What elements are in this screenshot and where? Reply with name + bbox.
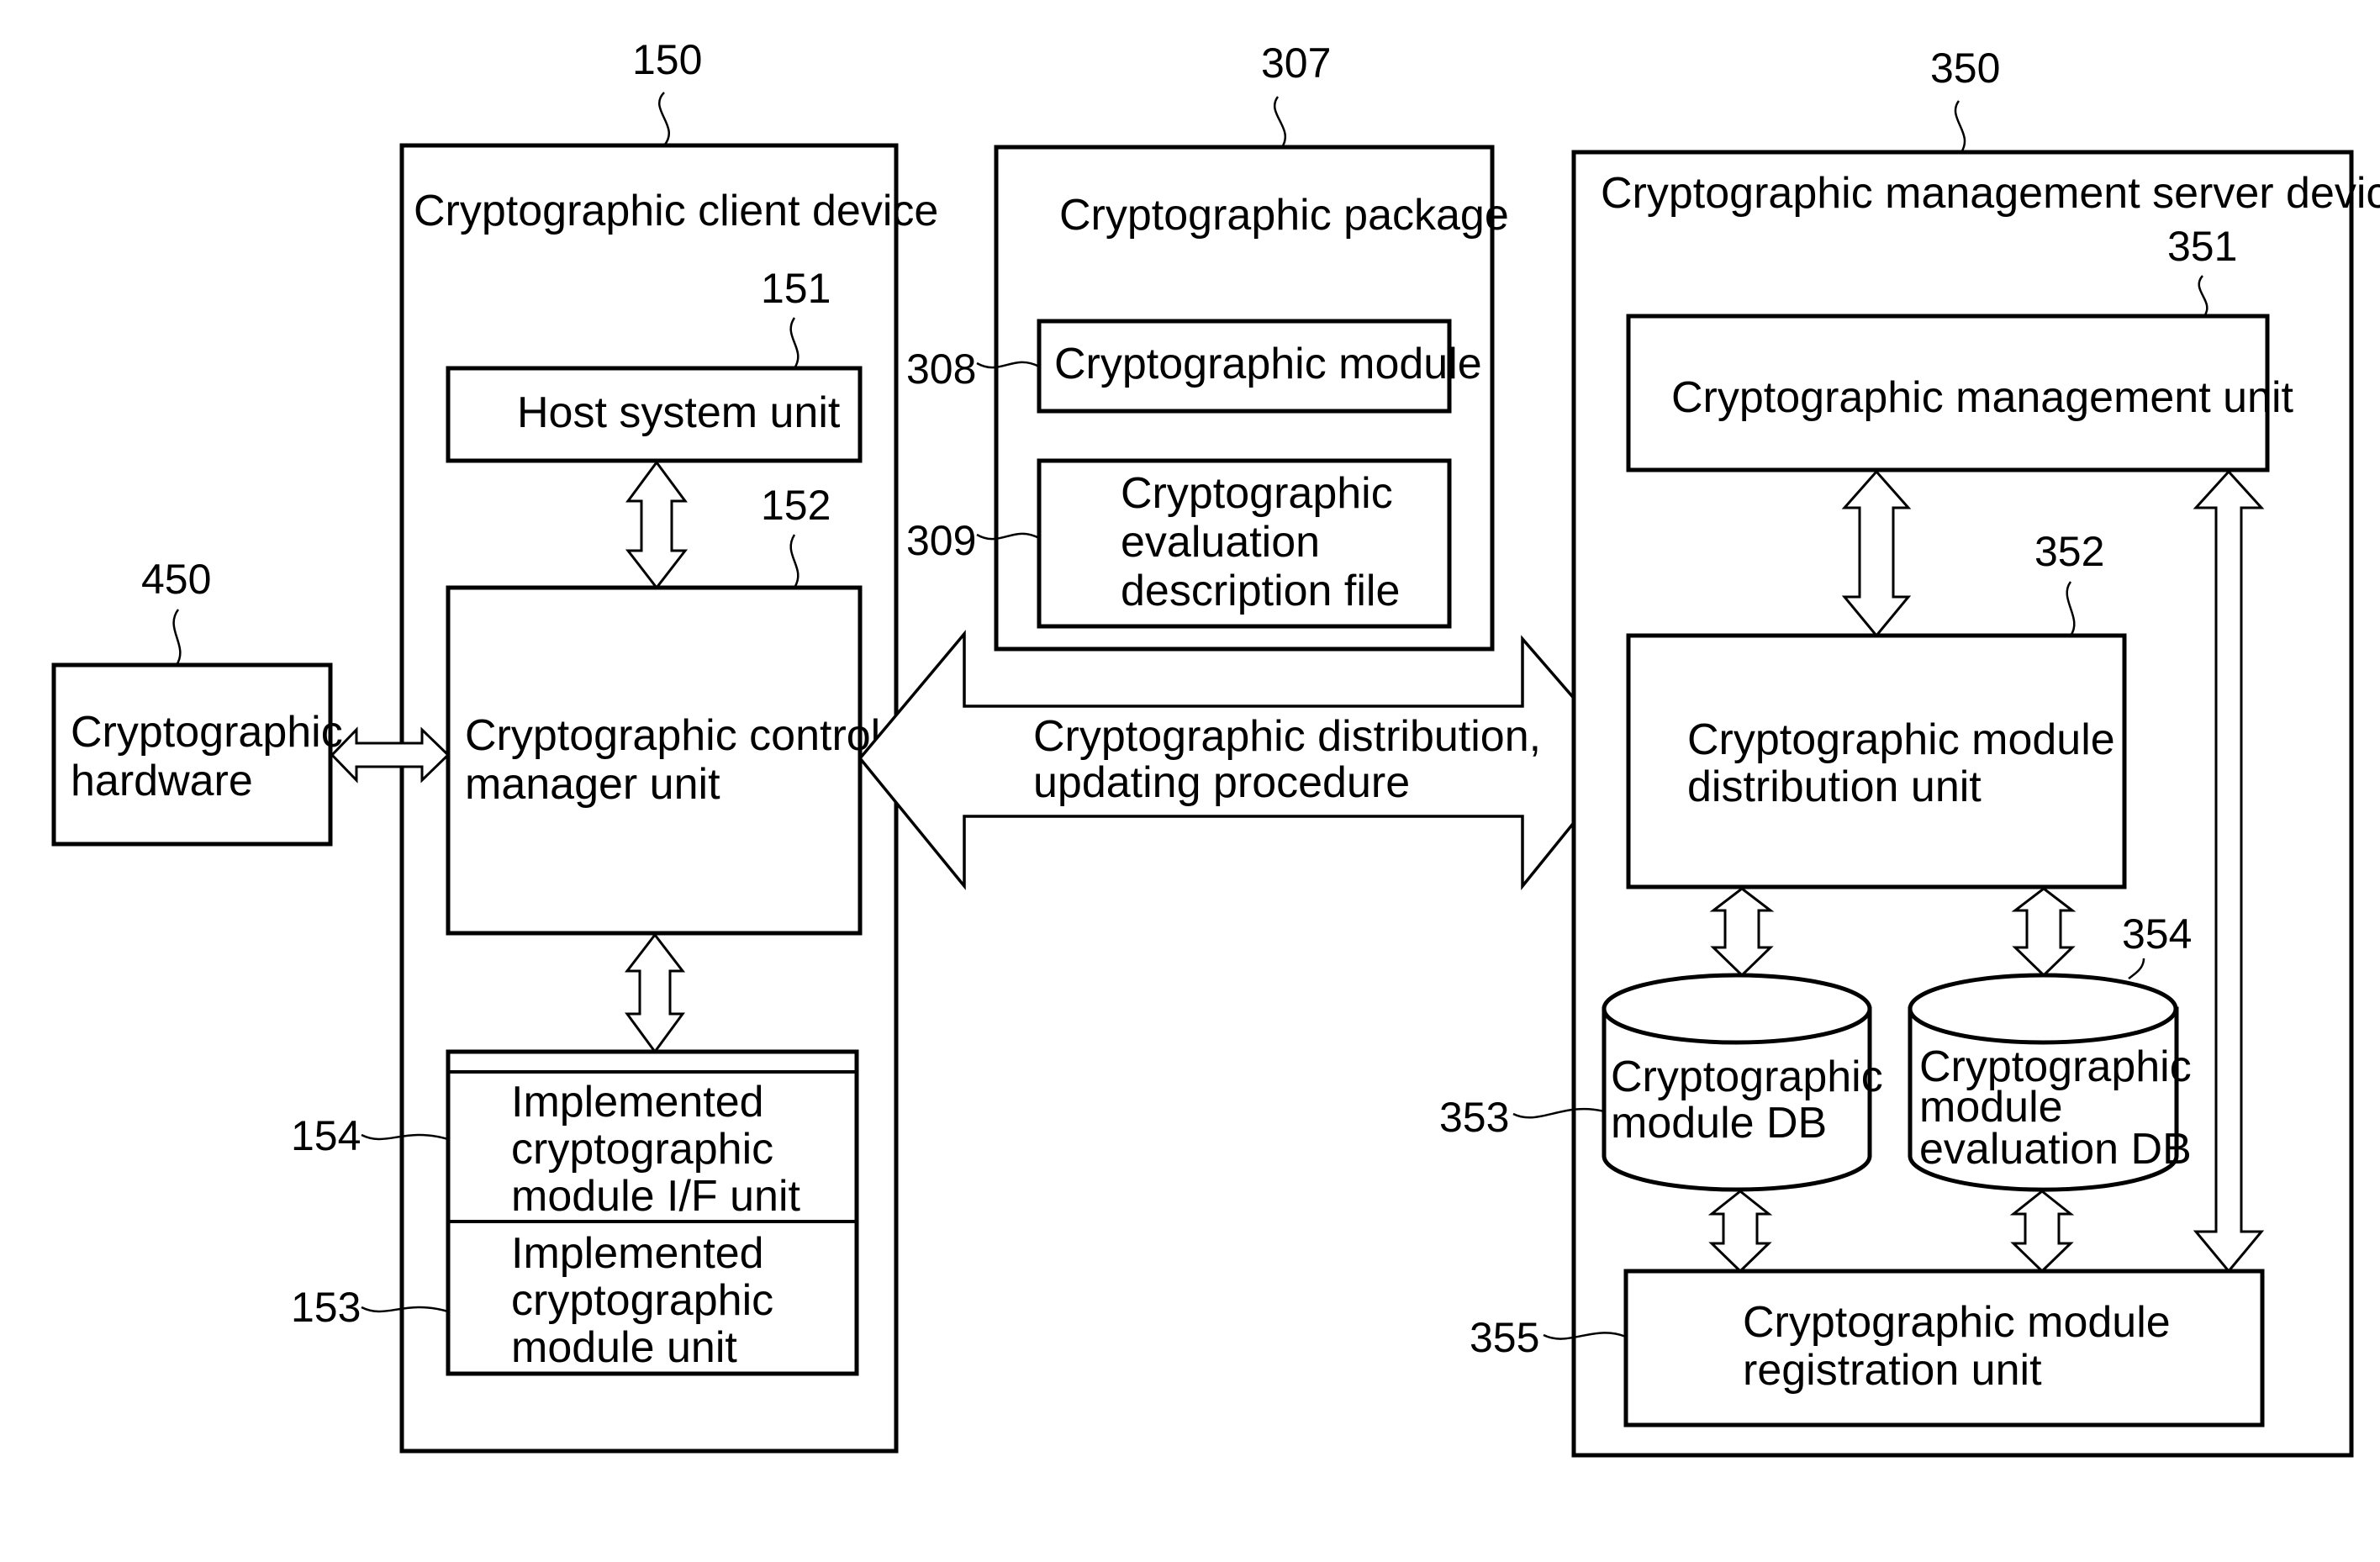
module-if-unit-line2: cryptographic — [511, 1125, 773, 1174]
control-manager-unit-ref: 152 — [761, 482, 831, 529]
evaluation-file-line3: description file — [1121, 567, 1400, 615]
module-unit-ref: 153 — [291, 1284, 361, 1331]
registration-unit-ref: 355 — [1470, 1314, 1539, 1361]
procedure-line1: Cryptographic distribution, — [1033, 712, 1541, 761]
evaluation-file-line2: evaluation — [1121, 518, 1320, 567]
package-module-label: Cryptographic module — [1054, 340, 1482, 388]
distribution-unit-line1: Cryptographic module — [1687, 715, 2115, 764]
management-unit-ref: 351 — [2167, 223, 2237, 270]
procedure-line2: updating procedure — [1033, 758, 1410, 807]
evaluation-db-ref: 354 — [2122, 910, 2192, 958]
client-device-leader — [658, 92, 670, 146]
registration-unit-line1: Cryptographic module — [1743, 1298, 2171, 1347]
module-db-line1: Cryptographic — [1611, 1053, 1883, 1101]
module-db-line2: module DB — [1611, 1099, 1827, 1148]
host-system-unit-ref: 151 — [761, 265, 831, 312]
host-system-unit-label: Host system unit — [517, 388, 841, 437]
package-ref: 307 — [1261, 40, 1331, 87]
client-device-title: Cryptographic client device — [414, 187, 938, 235]
hardware-ref: 450 — [141, 556, 211, 603]
module-db-ref: 353 — [1439, 1094, 1509, 1141]
distribution-unit-line2: distribution unit — [1687, 763, 1982, 811]
procedure-arrow-group: Cryptographic distribution, updating pro… — [858, 630, 1628, 890]
package-leader — [1273, 96, 1287, 148]
control-manager-unit-line2: manager unit — [465, 760, 720, 809]
package-module-ref: 308 — [906, 346, 976, 393]
module-if-unit-line3: module I/F unit — [511, 1172, 800, 1221]
hardware-leader — [172, 609, 182, 666]
system-block-diagram: Cryptographic client device 150 Host sys… — [51, 36, 2380, 1458]
module-unit-line3: module unit — [511, 1323, 737, 1372]
evaluation-db-top — [1908, 973, 2178, 1045]
control-manager-unit-line1: Cryptographic control — [465, 711, 880, 760]
server-device-group: Cryptographic management server device 3… — [1439, 45, 2380, 1458]
module-db-top — [1602, 973, 1872, 1045]
evaluation-file-ref: 309 — [906, 517, 976, 564]
distribution-unit-ref: 352 — [2034, 528, 2104, 575]
server-device-leader — [1954, 100, 1966, 153]
module-if-unit-ref: 154 — [291, 1112, 361, 1159]
evaluation-file-line1: Cryptographic — [1121, 469, 1393, 518]
package-group: Cryptographic package 307 Cryptographic … — [906, 40, 1509, 652]
package-title: Cryptographic package — [1059, 191, 1509, 240]
hardware-line2: hardware — [71, 757, 253, 805]
client-device-ref: 150 — [632, 36, 702, 83]
server-device-title: Cryptographic management server device — [1601, 169, 2380, 218]
server-device-ref: 350 — [1930, 45, 2000, 92]
hardware-control-arrow — [330, 726, 451, 784]
module-unit-line1: Implemented — [511, 1229, 764, 1278]
evaluation-db-line3: evaluation DB — [1919, 1125, 2192, 1174]
management-unit-label: Cryptographic management unit — [1671, 373, 2294, 422]
registration-unit-line2: registration unit — [1743, 1346, 2042, 1395]
module-unit-line2: cryptographic — [511, 1276, 773, 1325]
hardware-line1: Cryptographic — [71, 708, 343, 757]
module-if-unit-line1: Implemented — [511, 1078, 764, 1127]
hardware-group: Cryptographic hardware 450 — [51, 556, 451, 847]
